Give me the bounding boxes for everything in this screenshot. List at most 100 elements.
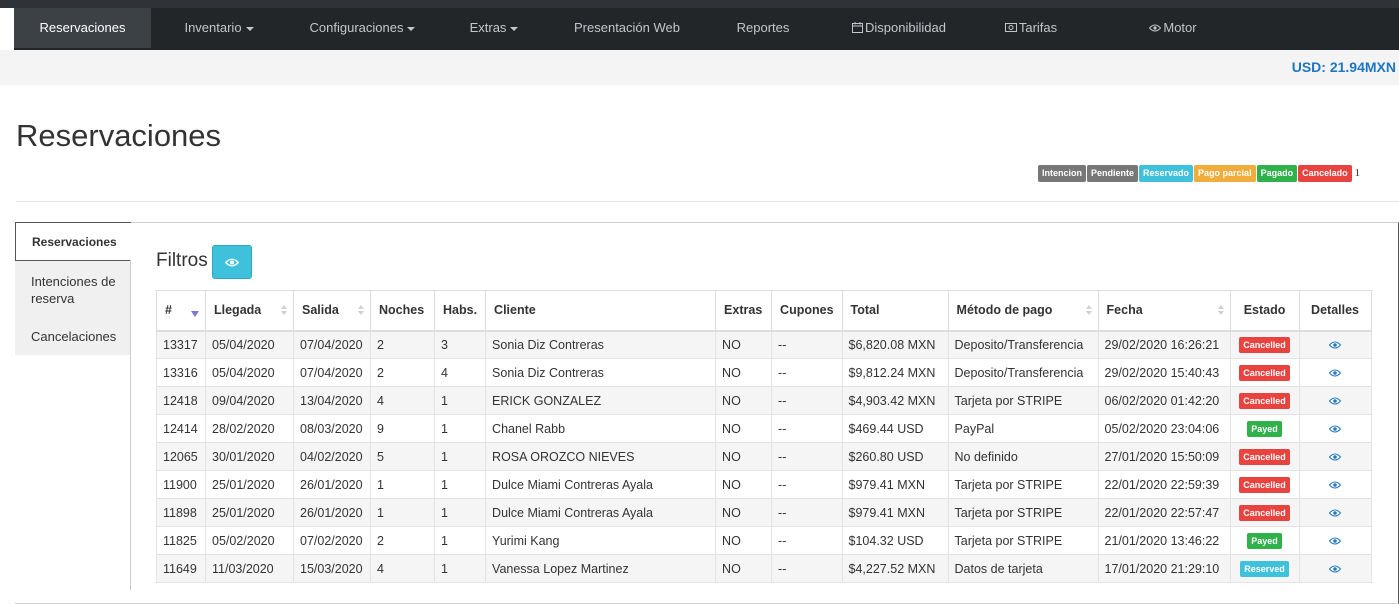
col-salida[interactable]: Salida — [293, 290, 371, 332]
cell-llegada: 05/04/2020 — [205, 330, 294, 359]
legend-pagado: Pagado — [1256, 165, 1298, 182]
sort-desc-icon — [191, 311, 199, 317]
nav-label: Configuraciones — [309, 20, 404, 35]
nav-tarifas[interactable]: Tarifas — [994, 8, 1068, 48]
sidebar-item-intenciones[interactable]: Intenciones de reserva — [15, 261, 131, 316]
col-label: Cliente — [494, 303, 536, 318]
cell-cupones: -- — [771, 330, 843, 359]
sort-icon — [281, 305, 287, 317]
cell-extras: NO — [715, 386, 773, 415]
col-noches: Noches — [370, 290, 435, 332]
cell-total: $260.80 USD — [841, 442, 949, 471]
status-badge: Reserved — [1240, 560, 1289, 577]
col-habs: Habs. — [433, 290, 487, 332]
caret-down-icon — [510, 26, 519, 31]
cell-estado: Payed — [1229, 526, 1300, 555]
col-label: # — [165, 303, 172, 318]
nav-reportes[interactable]: Reportes — [726, 8, 800, 48]
view-details-icon[interactable] — [1328, 506, 1342, 520]
view-details-icon[interactable] — [1328, 534, 1342, 548]
toggle-filters-button[interactable] — [212, 245, 252, 279]
cell-noches: 2 — [370, 526, 435, 555]
cell-cupones: -- — [771, 498, 843, 527]
col-label: Llegada — [214, 303, 262, 318]
cell-salida: 07/04/2020 — [293, 330, 371, 359]
cell-fecha: 05/02/2020 23:04:06 — [1097, 414, 1231, 443]
cell-cliente: ERICK GONZALEZ — [485, 386, 717, 415]
cell-salida: 13/04/2020 — [293, 386, 371, 415]
cell-noches: 5 — [370, 442, 435, 471]
col-fecha[interactable]: Fecha — [1097, 290, 1231, 332]
cell-detalles — [1298, 330, 1372, 359]
cell-cupones: -- — [771, 554, 843, 583]
view-details-icon[interactable] — [1328, 450, 1342, 464]
nav-label: Presentación Web — [574, 20, 680, 35]
sidebar-item-reservaciones[interactable]: Reservaciones — [15, 222, 131, 261]
cell-habs: 1 — [433, 442, 487, 471]
cell-extras: NO — [715, 330, 773, 359]
money-icon — [1004, 23, 1017, 32]
status-legend: Intencion Pendiente Reservado Pago parcial P… — [1038, 165, 1360, 183]
sidebar-item-cancelaciones[interactable]: Cancelaciones — [15, 316, 131, 355]
cell-fecha: 29/02/2020 16:26:21 — [1097, 330, 1231, 359]
status-badge: Payed — [1247, 420, 1282, 437]
cell-estado: Cancelled — [1229, 330, 1300, 359]
table-row: 11649 11/03/2020 15/03/2020 4 1 Vanessa Lopez… — [156, 554, 1372, 583]
view-details-icon[interactable] — [1328, 394, 1342, 408]
nav-motor[interactable]: Motor — [1136, 8, 1210, 48]
col-label: Detalles — [1311, 303, 1359, 318]
nav-extras[interactable]: Extras — [454, 8, 534, 48]
cell-estado: Reserved — [1229, 554, 1300, 583]
legend-trailing-text: 1 — [1354, 167, 1361, 179]
col-label: Estado — [1243, 303, 1286, 318]
nav-configuraciones[interactable]: Configuraciones — [290, 8, 435, 48]
view-details-icon[interactable] — [1328, 338, 1342, 352]
nav-label: Inventario — [184, 20, 242, 35]
cell-fecha: 06/02/2020 01:42:20 — [1097, 386, 1231, 415]
col-label: Salida — [302, 303, 339, 318]
cell-cupones: -- — [771, 386, 843, 415]
cell-habs: 3 — [433, 330, 487, 359]
cell-detalles — [1298, 526, 1372, 555]
cell-metodo-pago: No definido — [947, 442, 1099, 471]
cell-extras: NO — [715, 442, 773, 471]
cell-extras: NO — [715, 498, 773, 527]
nav-disponibilidad[interactable]: Disponibilidad — [844, 8, 954, 48]
cell-noches: 4 — [370, 554, 435, 583]
col-estado: Estado — [1229, 290, 1300, 332]
cell-habs: 1 — [433, 386, 487, 415]
table-header-row: # Llegada Salida Noches Habs. Cliente Ex… — [156, 290, 1372, 332]
view-details-icon[interactable] — [1328, 562, 1342, 576]
col-llegada[interactable]: Llegada — [205, 290, 294, 332]
status-badge: Cancelled — [1239, 504, 1290, 521]
nav-inventario[interactable]: Inventario — [166, 8, 272, 48]
cell-habs: 4 — [433, 358, 487, 387]
cell-cupones: -- — [771, 358, 843, 387]
cell-llegada: 11/03/2020 — [205, 554, 294, 583]
cell-extras: NO — [715, 358, 773, 387]
cell-metodo-pago: Deposito/Transferencia — [947, 358, 1099, 387]
nav-reservaciones[interactable]: Reservaciones — [14, 8, 151, 48]
cell-estado: Cancelled — [1229, 470, 1300, 499]
view-details-icon[interactable] — [1328, 478, 1342, 492]
col-id[interactable]: # — [156, 290, 206, 332]
cell-noches: 9 — [370, 414, 435, 443]
cell-salida: 07/02/2020 — [293, 526, 371, 555]
sort-icon — [1217, 305, 1224, 317]
cell-id: 12418 — [156, 386, 206, 415]
caret-down-icon — [407, 26, 416, 31]
cell-extras: NO — [715, 414, 773, 443]
cell-llegada: 25/01/2020 — [205, 498, 294, 527]
cell-total: $4,227.52 MXN — [841, 554, 949, 583]
view-details-icon[interactable] — [1328, 366, 1342, 380]
col-label: Cupones — [780, 303, 834, 318]
cell-noches: 1 — [370, 470, 435, 499]
col-label: Noches — [379, 303, 425, 318]
cell-estado: Cancelled — [1229, 358, 1300, 387]
cell-total: $104.32 USD — [841, 526, 949, 555]
nav-presentacion-web[interactable]: Presentación Web — [566, 8, 688, 48]
cell-total: $9,812.24 MXN — [841, 358, 949, 387]
view-details-icon[interactable] — [1328, 422, 1342, 436]
cell-id: 11900 — [156, 470, 206, 499]
col-metodo-pago[interactable]: Método de pago — [947, 290, 1099, 332]
